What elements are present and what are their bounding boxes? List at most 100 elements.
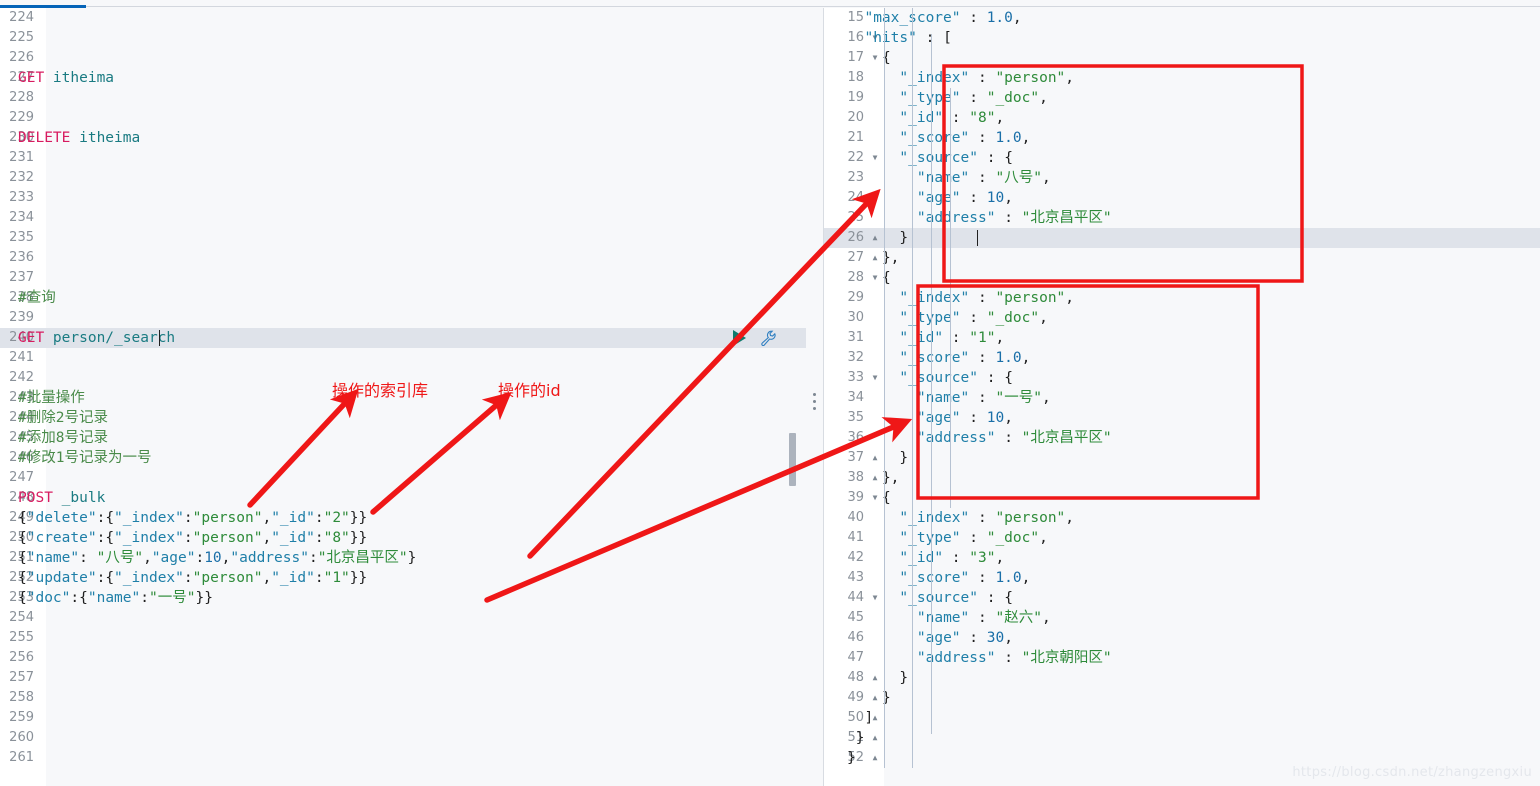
json-line-text: "_score" : 1.0, xyxy=(899,570,1031,586)
json-line-text: }, xyxy=(881,250,900,266)
json-line-text: "_index" : "person", xyxy=(899,290,1075,306)
code-line[interactable]: 227 GET itheima xyxy=(0,68,806,88)
line-number: 226 xyxy=(9,50,34,65)
line-number: 254 xyxy=(9,610,34,625)
code-line[interactable]: 257 xyxy=(0,668,806,688)
wrench-icon[interactable] xyxy=(760,330,778,350)
json-line-text: "_index" : "person", xyxy=(899,510,1075,526)
fold-expand-icon[interactable]: ▲ xyxy=(870,728,880,748)
json-line-text: ] xyxy=(864,710,874,726)
code-line[interactable]: 240 GET person/_search xyxy=(0,328,806,348)
code-line[interactable]: 254 xyxy=(0,608,806,628)
code-line[interactable]: 230 DELETE itheima xyxy=(0,128,806,148)
line-number: 255 xyxy=(9,630,34,645)
json-line-text: "_source" : { xyxy=(899,370,1013,386)
line-text: #修改1号记录为一号 xyxy=(18,450,152,466)
json-line-text: } xyxy=(847,750,856,766)
code-line[interactable]: 228 xyxy=(0,88,806,108)
pane-splitter[interactable] xyxy=(806,8,824,786)
code-line[interactable]: 236 xyxy=(0,248,806,268)
json-line[interactable]: 15 "max_score" : 1.0, xyxy=(824,8,1540,28)
line-text: #添加8号记录 xyxy=(18,430,108,446)
json-line-text: "_source" : { xyxy=(899,590,1013,606)
code-line[interactable]: 255 xyxy=(0,628,806,648)
line-text: {"name": "八号","age":10,"address":"北京昌平区"… xyxy=(18,550,417,566)
response-viewer-pane[interactable]: 15 "max_score" : 1.0,16▼ "hits" : [17▼ {… xyxy=(824,8,1540,786)
json-line-text: "address" : "北京朝阳区" xyxy=(916,650,1112,666)
line-number: 225 xyxy=(9,30,34,45)
json-line-text: "_type" : "_doc", xyxy=(899,90,1048,106)
json-line-text: "age" : 10, xyxy=(916,190,1013,206)
indent-guide xyxy=(950,88,951,508)
code-line[interactable]: 225 xyxy=(0,28,806,48)
json-line-text: "_id" : "3", xyxy=(899,550,1005,566)
line-text: {"doc":{"name":"一号"}} xyxy=(18,590,213,606)
line-text: GET person/_search xyxy=(18,330,176,346)
code-line[interactable]: 251 {"name": "八号","age":10,"address":"北京昌… xyxy=(0,548,806,568)
code-line[interactable]: 235 xyxy=(0,228,806,248)
code-line[interactable]: 249 {"delete":{"_index":"person","_id":"2… xyxy=(0,508,806,528)
json-line-text: "max_score" : 1.0, xyxy=(864,10,1022,26)
code-line[interactable]: 232 xyxy=(0,168,806,188)
code-line[interactable]: 260 xyxy=(0,728,806,748)
line-text: {"update":{"_index":"person","_id":"1"}} xyxy=(18,570,368,586)
code-line[interactable]: 252 {"update":{"_index":"person","_id":"1… xyxy=(0,568,806,588)
json-line-text: "address" : "北京昌平区" xyxy=(916,430,1112,446)
code-line[interactable]: 229 xyxy=(0,108,806,128)
json-line-text: "age" : 10, xyxy=(916,410,1013,426)
code-line[interactable]: 247 xyxy=(0,468,806,488)
code-line[interactable]: 256 xyxy=(0,648,806,668)
label-index-library: 操作的索引库 xyxy=(332,381,429,400)
json-line-text: "_id" : "8", xyxy=(899,110,1005,126)
code-line[interactable]: 238 #查询 xyxy=(0,288,806,308)
watermark-text: https://blog.csdn.net/zhangzengxiu xyxy=(1292,765,1532,780)
line-number: 239 xyxy=(9,310,34,325)
json-line-text: "_id" : "1", xyxy=(899,330,1005,346)
json-line-text: "age" : 30, xyxy=(916,630,1013,646)
json-line-text: "name" : "赵六", xyxy=(916,610,1051,626)
code-line[interactable]: 245 #添加8号记录 xyxy=(0,428,806,448)
line-number: 261 xyxy=(9,750,34,765)
json-line-text: "_score" : 1.0, xyxy=(899,130,1031,146)
line-text: #批量操作 xyxy=(18,390,85,406)
code-line[interactable]: 248 POST _bulk xyxy=(0,488,806,508)
line-number: 228 xyxy=(9,90,34,105)
code-line[interactable]: 250 {"create":{"_index":"person","_id":"8… xyxy=(0,528,806,548)
code-line[interactable]: 226 xyxy=(0,48,806,68)
line-number: 256 xyxy=(9,650,34,665)
code-line[interactable]: 241 xyxy=(0,348,806,368)
run-triangle-icon[interactable] xyxy=(733,330,746,346)
code-line[interactable]: 244 #删除2号记录 xyxy=(0,408,806,428)
indent-guide xyxy=(912,8,913,768)
line-text: {"create":{"_index":"person","_id":"8"}} xyxy=(18,530,368,546)
line-number: 241 xyxy=(9,350,34,365)
code-line[interactable]: 231 xyxy=(0,148,806,168)
splitter-drag-handle[interactable] xyxy=(813,393,817,414)
code-line[interactable]: 253 {"doc":{"name":"一号"}} xyxy=(0,588,806,608)
indent-guide xyxy=(884,8,885,768)
line-text: #删除2号记录 xyxy=(18,410,108,426)
code-line[interactable]: 239 xyxy=(0,308,806,328)
code-line[interactable]: 246 #修改1号记录为一号 xyxy=(0,448,806,468)
line-number: 52 xyxy=(847,750,864,765)
line-number: 247 xyxy=(9,470,34,485)
fold-expand-icon[interactable]: ▲ xyxy=(870,748,880,768)
line-text: {"delete":{"_index":"person","_id":"2"}} xyxy=(18,510,368,526)
line-text: POST _bulk xyxy=(18,490,106,506)
line-number: 260 xyxy=(9,730,34,745)
vertical-scrollbar-thumb[interactable] xyxy=(789,433,796,486)
code-line[interactable]: 259 xyxy=(0,708,806,728)
tab-strip-divider xyxy=(86,6,1540,7)
code-line[interactable]: 224 xyxy=(0,8,806,28)
code-line[interactable]: 234 xyxy=(0,208,806,228)
code-line[interactable]: 261 xyxy=(0,748,806,768)
line-number: 259 xyxy=(9,710,34,725)
code-line[interactable]: 258 xyxy=(0,688,806,708)
json-line-text: } xyxy=(899,230,909,246)
json-line-text: "_score" : 1.0, xyxy=(899,350,1031,366)
code-line[interactable]: 233 xyxy=(0,188,806,208)
json-line-text: "_type" : "_doc", xyxy=(899,530,1048,546)
line-number: 235 xyxy=(9,230,34,245)
code-line[interactable]: 237 xyxy=(0,268,806,288)
line-number: 258 xyxy=(9,690,34,705)
